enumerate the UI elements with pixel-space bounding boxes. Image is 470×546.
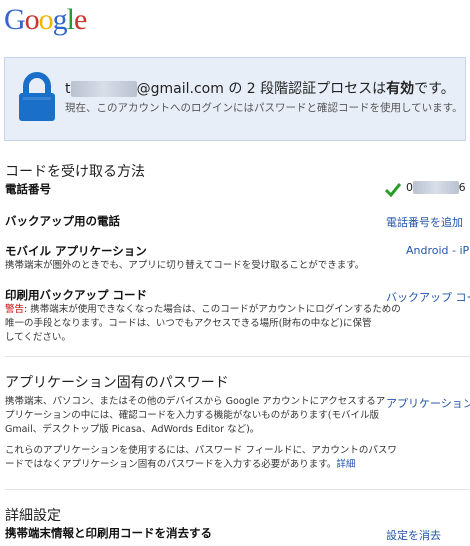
receive-codes-title: コードを受け取る方法 bbox=[5, 164, 145, 180]
status-subtext: 現在、このアカウントへのログインにはパスワードと確認コードを使用しています。 bbox=[65, 102, 463, 114]
printed-desc-line-1: : 携帯端末が使用できなくなった場合は、このコードがアカウントにログインするため… bbox=[24, 304, 401, 315]
phone-label: 電話番号 bbox=[5, 182, 51, 196]
phone-suffix: 6 bbox=[458, 181, 466, 194]
advanced-settings-title: 詳細設定 bbox=[5, 508, 61, 524]
email-domain: @gmail.com bbox=[136, 81, 224, 97]
app-passwords-desc-2: プリケーションの中には、確認コードを入力する機能がないものがあります(モバイル版 bbox=[5, 410, 380, 421]
backup-codes-link[interactable]: バックアップ コー bbox=[386, 289, 470, 305]
printed-codes-desc-3: してください。 bbox=[5, 332, 71, 343]
divider bbox=[5, 489, 470, 490]
phone-number: 0xxxxxxx6 bbox=[406, 181, 466, 194]
phone-hidden: xxxxxxx bbox=[413, 181, 459, 194]
add-phone-link[interactable]: 電話番号を追加 bbox=[386, 214, 463, 230]
status-email-line: toxxxxxxx@gmail.com の 2 段階認証プロセスは有効です。 bbox=[65, 78, 455, 98]
mobile-app-label: モバイル アプリケーション bbox=[5, 244, 147, 258]
printed-codes-label: 印刷用バックアップ コード bbox=[5, 288, 148, 302]
clear-settings-link[interactable]: 設定を消去 bbox=[386, 527, 441, 543]
page-header: Google bbox=[0, 0, 470, 44]
status-suffix: です。 bbox=[414, 81, 455, 97]
divider bbox=[5, 356, 470, 357]
backup-phone-label: バックアップ用の電話 bbox=[5, 214, 120, 228]
lock-icon bbox=[19, 72, 55, 121]
app-passwords-desc-3: Gmail、デスクトップ版 Picasa、AdWords Editor など)。 bbox=[5, 424, 260, 435]
app-passwords-desc-5-text: ードではなくアプリケーション固有のパスワードを入力する必要があります。 bbox=[5, 459, 337, 470]
phone-prefix: 0 bbox=[406, 181, 413, 194]
clear-settings-label: 携帯端末情報と印刷用コードを消去する bbox=[5, 526, 212, 540]
google-logo[interactable]: Google bbox=[4, 3, 87, 37]
app-passwords-desc-5: ードではなくアプリケーション固有のパスワードを入力する必要があります。詳細 bbox=[5, 458, 355, 472]
two-step-status-box: toxxxxxxx@gmail.com の 2 段階認証プロセスは有効です。 現… bbox=[4, 57, 466, 141]
mobile-app-desc: 携帯端末が圏外のときでも、アプリに切り替えてコードを受け取ることができます。 bbox=[5, 260, 365, 271]
email-prefix: t bbox=[65, 81, 71, 97]
app-passwords-link[interactable]: アプリケーション[固 bbox=[386, 395, 470, 411]
status-middle-text: の 2 段階認証プロセスは bbox=[228, 81, 387, 97]
email-hidden: oxxxxxxx bbox=[70, 81, 137, 97]
warning-text: 警告 bbox=[5, 304, 25, 315]
app-passwords-title: アプリケーション固有のパスワード bbox=[5, 375, 229, 391]
details-link[interactable]: 詳細 bbox=[336, 459, 355, 470]
check-icon bbox=[385, 183, 401, 197]
status-state: 有効 bbox=[386, 81, 415, 97]
app-passwords-desc-4: これらのアプリケーションを使用するには、パスワード フィールドに、アカウントのパ… bbox=[5, 445, 397, 456]
mobile-app-link[interactable]: Android - iPh bbox=[406, 244, 470, 257]
app-passwords-desc-1: 携帯端末、パソコン、またはその他のデバイスから Google アカウントにアクセ… bbox=[5, 396, 386, 407]
printed-codes-desc-2: 唯一の手段となります。コードは、いつでもアクセスできる場所(財布の中など)に保管 bbox=[5, 318, 372, 329]
printed-codes-desc-1: 警告: 携帯端末が使用できなくなった場合は、このコードがアカウントにログインする… bbox=[5, 303, 401, 317]
